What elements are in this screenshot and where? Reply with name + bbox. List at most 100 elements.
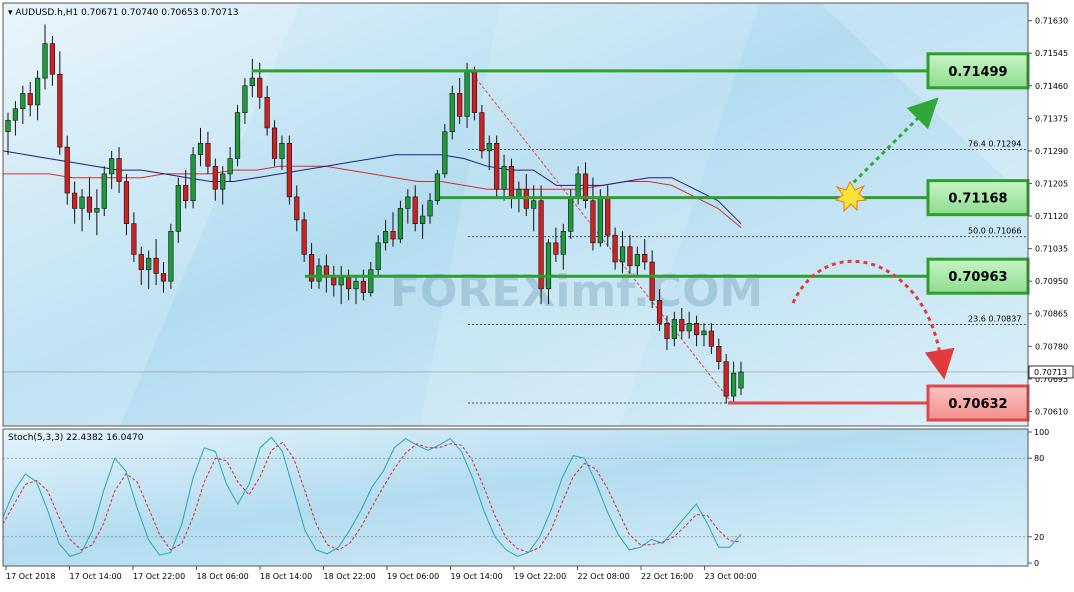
stoch-y-tick-label: 20 — [1034, 533, 1044, 542]
y-tick-label: 0.71630 — [1035, 17, 1068, 26]
level-label: 0.70632 — [948, 397, 1007, 412]
candle — [301, 212, 307, 263]
candle-body — [27, 93, 33, 106]
y-tick-label: 0.71035 — [1035, 245, 1068, 254]
candle-body — [553, 242, 559, 255]
candle-body — [649, 261, 655, 301]
candle-body — [183, 185, 189, 202]
candle-body — [531, 200, 537, 209]
candle-body — [731, 372, 737, 397]
candle-body — [249, 77, 255, 87]
candle — [442, 124, 448, 178]
candle-body — [560, 231, 566, 255]
candle-body — [94, 208, 100, 213]
candle-body — [42, 43, 48, 79]
candle-body — [434, 173, 441, 202]
x-tick-label: 18 Oct 22:00 — [324, 572, 376, 581]
level-label: 0.71168 — [948, 192, 1007, 207]
candle-body — [79, 196, 85, 209]
x-tick-label: 17 Oct 2018 — [6, 572, 55, 581]
fib-level-label: 76.4 0.71294 — [968, 139, 1021, 148]
x-tick-label: 17 Oct 22:00 — [133, 572, 185, 581]
x-tick-label: 18 Oct 06:00 — [197, 572, 249, 581]
candle — [168, 223, 174, 289]
y-tick-label: 0.71460 — [1035, 82, 1068, 91]
candle-body — [671, 319, 677, 339]
y-tick-label: 0.70950 — [1035, 277, 1068, 286]
candle-body — [146, 257, 152, 270]
candle-body — [49, 43, 56, 75]
candle — [538, 185, 544, 305]
candle — [190, 147, 196, 209]
x-tick-label: 19 Oct 06:00 — [387, 572, 439, 581]
stoch-y-tick-label: 100 — [1034, 428, 1049, 437]
candle-body — [131, 223, 137, 255]
candle-body — [612, 234, 618, 263]
x-tick-label: 17 Oct 14:00 — [70, 572, 122, 581]
candle-body — [412, 196, 418, 224]
level-label: 0.71499 — [948, 65, 1007, 80]
stoch-title: Stoch(5,3,3) 22.4382 16.0470 — [8, 433, 144, 443]
candle-body — [57, 73, 63, 148]
candle-body — [12, 108, 18, 121]
candle-body — [375, 242, 381, 270]
candle-body — [153, 257, 159, 274]
symbol-info: ▾ AUDUSD.h,H1 0.70671 0.70740 0.70653 0.… — [8, 8, 239, 18]
candle-body — [686, 323, 692, 332]
x-tick-label: 19 Oct 14:00 — [451, 572, 503, 581]
candle-body — [271, 127, 278, 159]
watermark: FOREXimf.COM — [390, 266, 763, 317]
chart-canvas: FOREXimf.COM 0.71630 0.71545 0.71460 0.7137… — [2, 2, 1074, 581]
candle-body — [494, 142, 500, 190]
candle-body — [64, 146, 70, 194]
candle-body — [345, 277, 352, 290]
y-tick-label: 0.71545 — [1035, 49, 1068, 58]
candle-body — [590, 200, 596, 244]
candle-body — [175, 185, 181, 232]
candle-body — [20, 93, 26, 110]
candle — [434, 170, 441, 205]
candle-body — [420, 215, 426, 224]
candle-body — [5, 119, 11, 133]
candle-body — [109, 158, 115, 175]
fib-level-label: 23.6 0.70837 — [968, 314, 1021, 323]
candle-body — [227, 158, 233, 175]
candle-body — [738, 371, 744, 389]
candle-body — [597, 196, 603, 244]
candle-body — [234, 112, 241, 159]
candle-body — [301, 219, 307, 255]
candle-body — [316, 265, 322, 282]
candle-body — [508, 165, 515, 198]
stoch-y-tick-label: 80 — [1034, 454, 1044, 463]
candle — [286, 135, 292, 205]
candle — [449, 85, 455, 140]
y-tick-label: 0.71205 — [1035, 179, 1068, 188]
fib-level-label: 50.0 0.71066 — [968, 227, 1021, 236]
candle-body — [242, 85, 248, 113]
current-price-label: 0.70713 — [1034, 368, 1067, 377]
candle-body — [35, 77, 41, 106]
candle-body — [286, 142, 292, 198]
candle-body — [642, 254, 648, 263]
y-tick-label: 0.71290 — [1035, 147, 1068, 156]
candle-body — [716, 346, 722, 362]
candle-body — [116, 158, 122, 182]
y-tick-label: 0.70610 — [1035, 407, 1068, 416]
level-label: 0.70963 — [948, 270, 1007, 285]
candle-body — [168, 231, 174, 282]
candle-body — [516, 188, 522, 198]
candle-body — [427, 200, 433, 217]
candle-body — [501, 165, 507, 190]
chart-window: FOREXimf.COM 0.71630 0.71545 0.71460 0.7137… — [0, 0, 1074, 588]
candle-body — [390, 231, 396, 240]
candle-body — [634, 254, 640, 267]
candle-body — [442, 131, 448, 175]
candle-body — [479, 112, 485, 152]
candle — [494, 135, 500, 197]
x-tick-label: 22 Oct 08:00 — [578, 572, 630, 581]
candle-body — [338, 277, 344, 286]
candle-body — [72, 192, 78, 209]
candle-body — [383, 231, 389, 244]
candle-body — [405, 196, 411, 209]
candle — [723, 353, 729, 404]
